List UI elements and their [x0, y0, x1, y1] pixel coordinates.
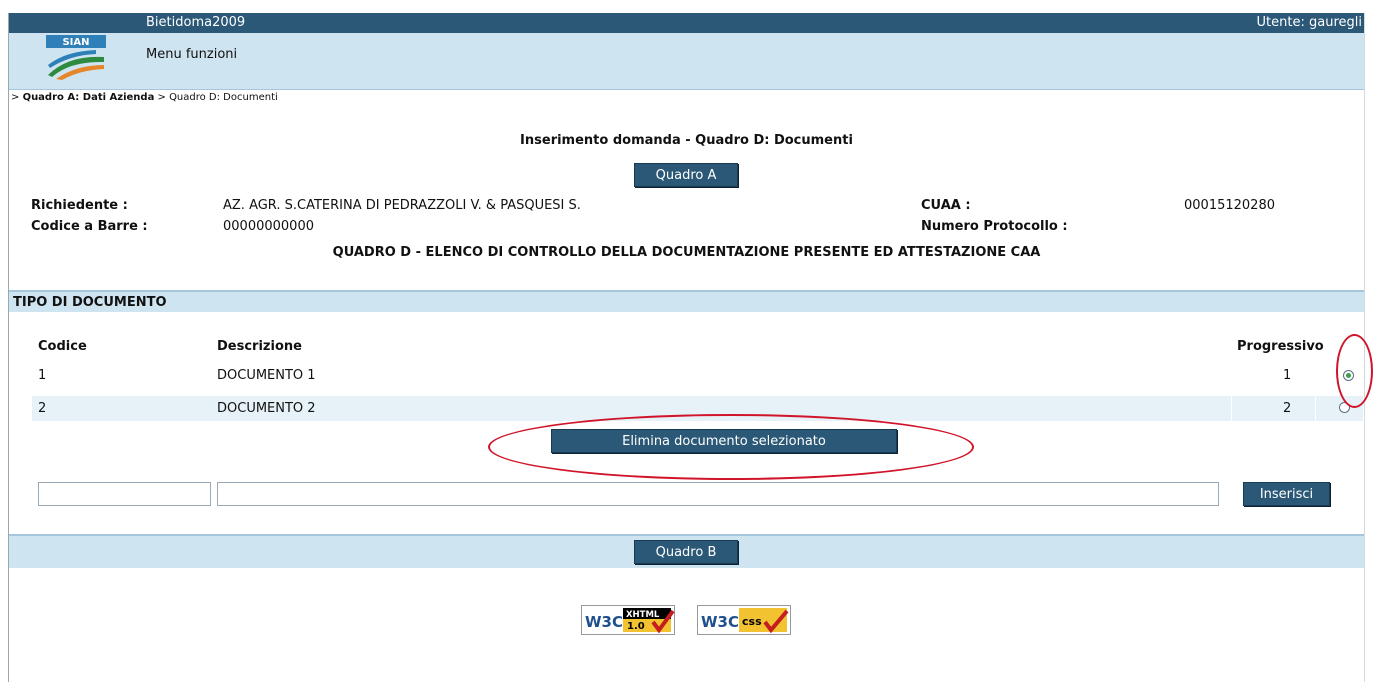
table-row[interactable]: 2 DOCUMENTO 2 2 — [32, 396, 1363, 421]
svg-text:W3C: W3C — [585, 613, 623, 631]
cuaa-label: CUAA : — [921, 198, 971, 213]
menu-funzioni-link[interactable]: Menu funzioni — [146, 47, 237, 62]
descrizione-input[interactable] — [217, 482, 1219, 506]
codice-input[interactable] — [38, 482, 211, 506]
section-header: TIPO DI DOCUMENTO — [9, 290, 1364, 312]
column-header-codice: Codice — [38, 339, 87, 354]
svg-text:W3C: W3C — [701, 613, 739, 631]
codice-barre-label: Codice a Barre : — [31, 219, 148, 234]
row-progressivo: 1 — [1283, 368, 1292, 383]
row-select-radio[interactable] — [1343, 370, 1354, 381]
w3c-css-badge-icon[interactable]: W3C css — [697, 605, 791, 635]
menu-bar: SIAN Menu funzioni — [9, 33, 1364, 90]
cell-separator — [1315, 396, 1316, 421]
logo-text: SIAN — [62, 37, 89, 48]
row-codice: 1 — [38, 368, 47, 383]
column-header-progressivo: Progressivo — [1237, 339, 1324, 354]
user-label: Utente: gauregli — [1256, 15, 1362, 30]
app-name: Bietidoma2009 — [146, 15, 246, 30]
quadro-a-button[interactable]: Quadro A — [634, 163, 738, 187]
app-frame: Bietidoma2009 Utente: gauregli SIAN Menu… — [8, 13, 1365, 682]
cell-separator — [1231, 396, 1232, 421]
row-progressivo: 2 — [1283, 401, 1292, 416]
row-descrizione: DOCUMENTO 1 — [217, 368, 316, 383]
breadcrumb-item-quadro-a[interactable]: Quadro A: Dati Azienda — [23, 92, 155, 103]
elimina-documento-button[interactable]: Elimina documento selezionato — [551, 429, 897, 453]
section-subtitle: QUADRO D - ELENCO DI CONTROLLO DELLA DOC… — [332, 245, 1041, 260]
codice-barre-value: 00000000000 — [223, 219, 314, 234]
row-codice: 2 — [38, 401, 47, 416]
svg-text:1.0: 1.0 — [627, 621, 645, 632]
column-header-descrizione: Descrizione — [217, 339, 302, 354]
breadcrumb: > Quadro A: Dati Azienda > Quadro D: Doc… — [11, 92, 278, 103]
row-select-radio[interactable] — [1339, 402, 1350, 413]
inserisci-button[interactable]: Inserisci — [1243, 482, 1330, 506]
richiedente-value: AZ. AGR. S.CATERINA DI PEDRAZZOLI V. & P… — [223, 198, 581, 213]
svg-text:XHTML: XHTML — [626, 610, 660, 620]
richiedente-label: Richiedente : — [31, 198, 128, 213]
page-title: Inserimento domanda - Quadro D: Document… — [520, 133, 853, 148]
top-bar: Bietidoma2009 Utente: gauregli — [9, 13, 1364, 33]
protocollo-label: Numero Protocollo : — [921, 219, 1068, 234]
sian-logo-icon: SIAN — [46, 35, 106, 80]
svg-text:css: css — [742, 615, 762, 628]
table-row[interactable]: 1 DOCUMENTO 1 1 — [32, 363, 1363, 388]
cuaa-value: 00015120280 — [1184, 198, 1275, 213]
w3c-xhtml-badge-icon[interactable]: W3C XHTML 1.0 — [581, 605, 675, 635]
breadcrumb-item-quadro-d: Quadro D: Documenti — [169, 92, 278, 103]
row-descrizione: DOCUMENTO 2 — [217, 401, 316, 416]
quadro-b-button[interactable]: Quadro B — [634, 540, 738, 564]
